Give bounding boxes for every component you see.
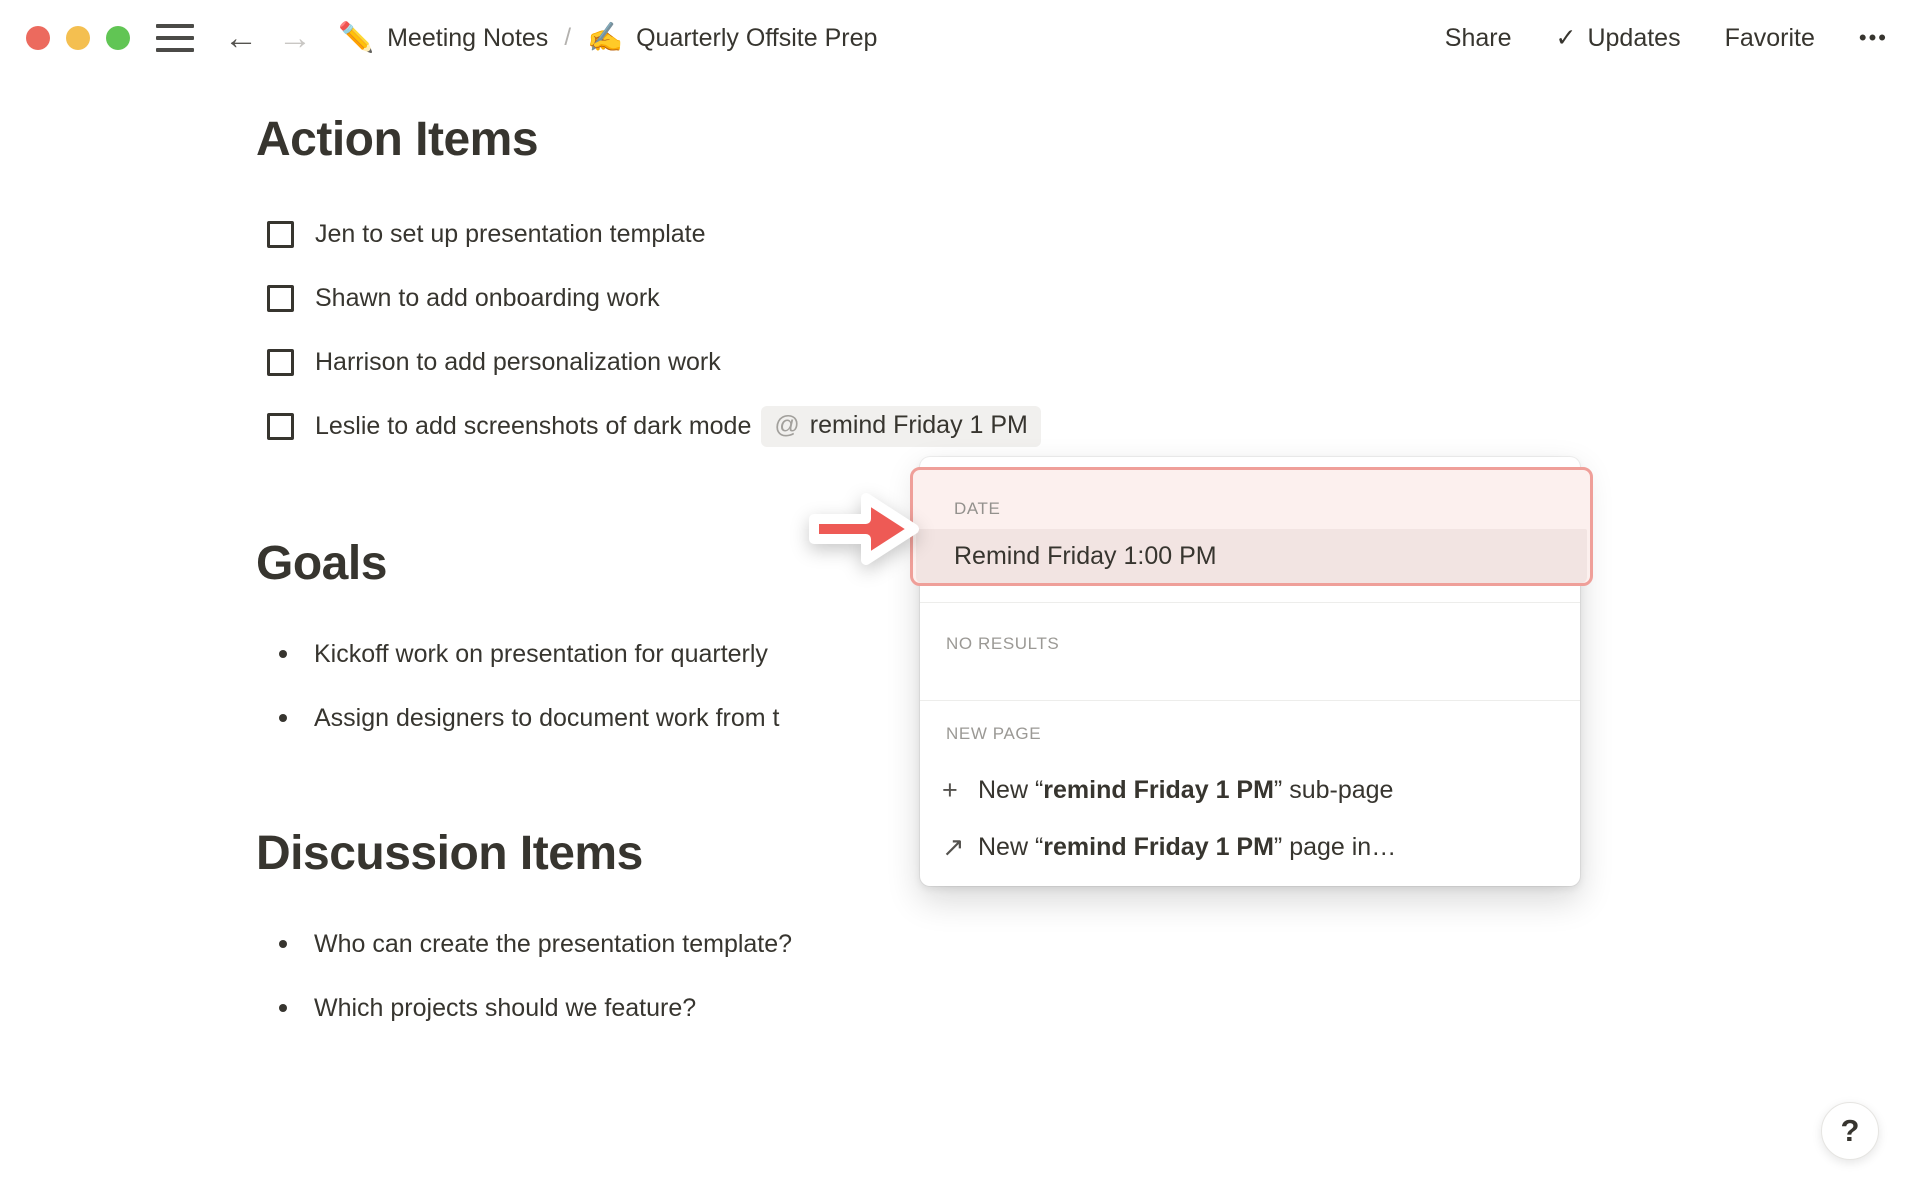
breadcrumb-item-parent[interactable]: ✏️ Meeting Notes <box>338 21 548 55</box>
updates-button[interactable]: ✓ Updates <box>1556 23 1681 53</box>
bullet-label: Which projects should we feature? <box>314 993 697 1022</box>
back-button[interactable]: ← <box>224 21 258 55</box>
minimize-window-button[interactable] <box>66 26 90 50</box>
todo-row: Leslie to add screenshots of dark mode @… <box>256 398 1041 454</box>
new-subpage-option[interactable]: + New “ remind Friday 1 PM ” sub-page <box>942 768 1566 812</box>
new-page-in-option[interactable]: ↗ New “ remind Friday 1 PM ” page in… <box>942 825 1566 869</box>
bullet-icon <box>279 1004 287 1012</box>
zoom-window-button[interactable] <box>106 26 130 50</box>
check-icon: ✓ <box>1555 24 1577 52</box>
divider <box>920 602 1580 603</box>
help-button-label: ? <box>1840 1113 1860 1148</box>
option-text-suffix: ” sub-page <box>1273 775 1394 804</box>
titlebar: ← → ✏️ Meeting Notes / ✍️ Quarterly Offs… <box>0 0 1920 76</box>
todo-label: Jen to set up presentation template <box>315 219 706 248</box>
date-autocomplete-popup: DATE Remind Friday 1:00 PM NO RESULTS NE… <box>910 457 1593 886</box>
more-options-button[interactable]: ••• <box>1859 25 1888 51</box>
heading-action-items: Action Items <box>256 113 539 166</box>
close-window-button[interactable] <box>26 26 50 50</box>
todo-row: Shawn to add onboarding work <box>256 270 660 326</box>
bullet-icon <box>279 714 287 722</box>
forward-button[interactable]: → <box>278 21 312 55</box>
checkbox[interactable] <box>267 348 294 376</box>
remind-date-option-label: Remind Friday 1:00 PM <box>954 541 1217 570</box>
checkbox[interactable] <box>267 220 294 248</box>
bullet-item: Kickoff work on presentation for quarter… <box>256 626 768 682</box>
bullet-label: Assign designers to document work from t <box>314 703 780 732</box>
heading-goals: Goals <box>256 537 387 590</box>
todo-label: Harrison to add personalization work <box>315 347 721 376</box>
heading-discussion-items: Discussion Items <box>256 827 643 880</box>
todo-label: Leslie to add screenshots of dark mode <box>315 411 752 440</box>
updates-label: Updates <box>1587 23 1681 52</box>
option-text-prefix: New “ <box>978 832 1044 861</box>
topbar-actions: Share ✓ Updates Favorite ••• <box>1445 23 1888 53</box>
breadcrumb-current-label: Quarterly Offsite Prep <box>636 23 878 52</box>
favorite-button[interactable]: Favorite <box>1725 24 1815 53</box>
option-text-bold: remind Friday 1 PM <box>1043 832 1274 861</box>
checkbox[interactable] <box>267 284 294 312</box>
breadcrumb-item-current[interactable]: ✍️ Quarterly Offsite Prep <box>587 21 877 55</box>
bullet-icon <box>279 940 287 948</box>
at-sign-icon: @ <box>774 410 800 439</box>
date-mention-token[interactable]: @ remind Friday 1 PM <box>761 405 1041 447</box>
remind-date-option[interactable]: Remind Friday 1:00 PM <box>916 529 1587 583</box>
option-text-prefix: New “ <box>978 775 1044 804</box>
new-page-section-label: NEW PAGE <box>946 724 1042 743</box>
writing-hand-icon: ✍️ <box>586 22 624 54</box>
bullet-item: Assign designers to document work from t <box>256 690 779 746</box>
divider <box>920 700 1580 701</box>
todo-row: Harrison to add personalization work <box>256 334 721 390</box>
bullet-item: Who can create the presentation template… <box>256 916 792 972</box>
bullet-icon <box>279 650 287 658</box>
checkbox[interactable] <box>267 412 294 440</box>
app-window: ← → ✏️ Meeting Notes / ✍️ Quarterly Offs… <box>0 0 1920 1200</box>
no-results-label: NO RESULTS <box>946 634 1060 653</box>
share-button[interactable]: Share <box>1445 24 1512 53</box>
option-text-suffix: ” page in… <box>1273 832 1397 861</box>
annotation-highlight-box: DATE Remind Friday 1:00 PM <box>910 467 1593 586</box>
help-button[interactable]: ? <box>1821 1102 1879 1160</box>
arrow-up-right-icon: ↗ <box>942 831 965 862</box>
todo-row: Jen to set up presentation template <box>256 206 706 262</box>
plus-icon: + <box>942 774 958 805</box>
bullet-label: Who can create the presentation template… <box>314 929 793 958</box>
date-section-label: DATE <box>954 499 1001 518</box>
breadcrumb-separator: / <box>564 24 571 51</box>
breadcrumb-parent-label: Meeting Notes <box>387 23 549 52</box>
option-text-bold: remind Friday 1 PM <box>1043 775 1274 804</box>
sidebar-toggle-icon[interactable] <box>156 24 194 52</box>
pencil-icon: ✏️ <box>338 22 375 54</box>
bullet-item: Which projects should we feature? <box>256 980 696 1036</box>
annotation-arrow-icon <box>804 486 926 572</box>
breadcrumb: ✏️ Meeting Notes / ✍️ Quarterly Offsite … <box>338 21 877 55</box>
mention-query-text: remind Friday 1 PM <box>809 410 1028 439</box>
bullet-label: Kickoff work on presentation for quarter… <box>314 639 768 668</box>
todo-label: Shawn to add onboarding work <box>315 283 660 312</box>
